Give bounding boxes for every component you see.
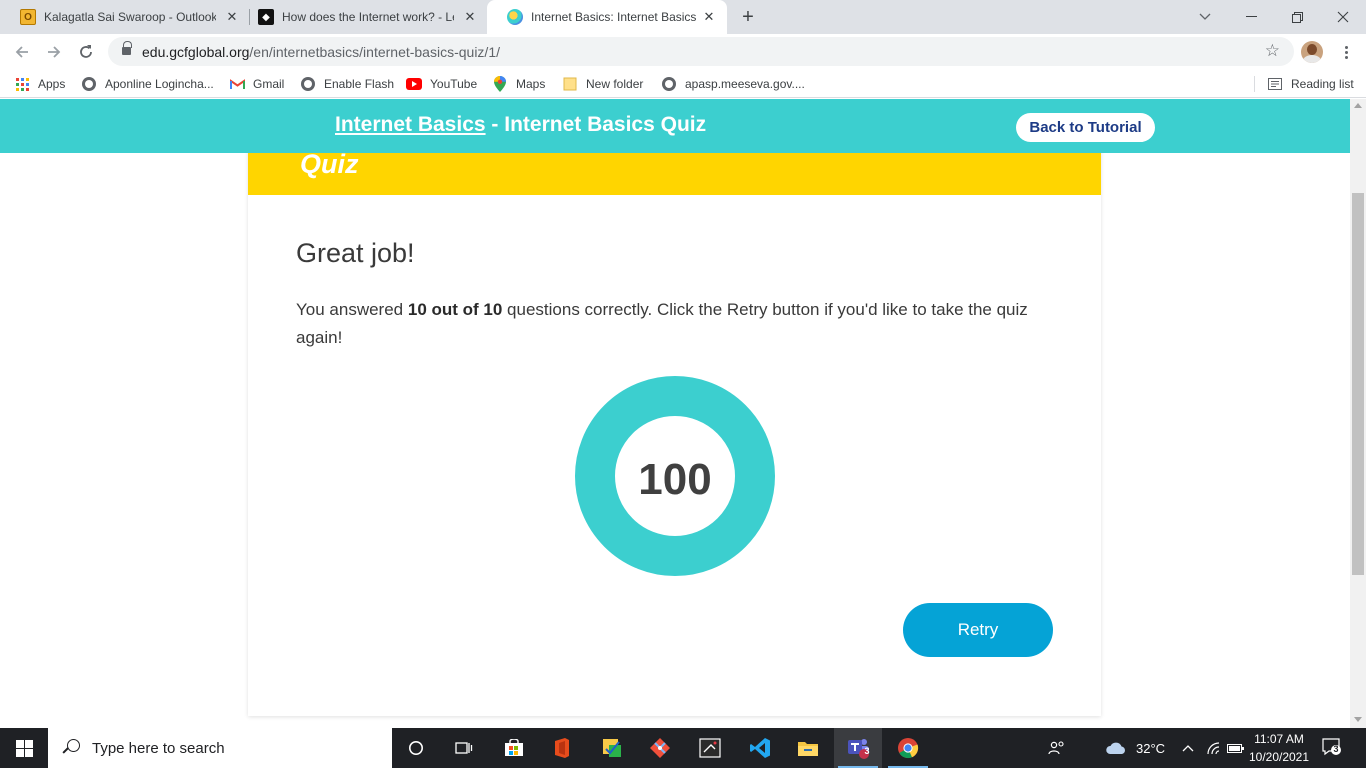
search-icon (62, 739, 80, 757)
battery-icon[interactable] (1227, 728, 1245, 768)
browser-toolbar: edu.gcfglobal.org/en/internetbasics/inte… (0, 34, 1366, 70)
maps-pin-icon (492, 76, 508, 92)
close-tab-icon[interactable]: ✕ (462, 9, 478, 25)
youtube-icon (406, 76, 422, 92)
taskbar-search-input[interactable]: Type here to search (48, 728, 392, 768)
reload-icon[interactable] (74, 40, 98, 64)
globe-icon (300, 76, 316, 92)
bookmark-new-folder[interactable]: New folder (562, 76, 643, 92)
tab-title: Kalagatla Sai Swaroop - Outlook (44, 10, 216, 24)
weather-widget[interactable]: 32°C (1104, 728, 1165, 768)
reading-list-icon (1267, 76, 1283, 92)
file-explorer-icon[interactable] (784, 728, 832, 768)
show-hidden-icons-chevron-icon[interactable] (1182, 728, 1194, 768)
chrome-icon[interactable] (884, 728, 932, 768)
bookmark-youtube[interactable]: YouTube (406, 76, 477, 92)
clock-time: 11:07 AM (1254, 732, 1304, 746)
score-summary: 10 out of 10 (407, 300, 503, 319)
tab-search-chevron-icon[interactable] (1182, 0, 1228, 34)
sticky-notes-icon[interactable] (588, 728, 636, 768)
tab-internet-basics-quiz[interactable]: Internet Basics: Internet Basics Qu ✕ (487, 0, 727, 34)
bookmarks-separator (1254, 76, 1255, 92)
wifi-icon[interactable] (1206, 728, 1222, 768)
office-icon[interactable] (538, 728, 586, 768)
people-icon[interactable] (1048, 728, 1066, 768)
back-to-tutorial-button[interactable]: Back to Tutorial (1016, 113, 1155, 142)
close-tab-icon[interactable]: ✕ (701, 9, 717, 25)
address-bar[interactable]: edu.gcfglobal.org/en/internetbasics/inte… (108, 37, 1294, 66)
microsoft-store-icon[interactable] (490, 728, 538, 768)
tab-how-internet-works[interactable]: ◆ How does the Internet work? - Le ✕ (238, 0, 488, 34)
scroll-down-arrow-icon[interactable] (1354, 717, 1362, 722)
tab-title: How does the Internet work? - Le (282, 10, 454, 24)
site-header: Internet Basics - Internet Basics Quiz B… (0, 99, 1350, 153)
globe-icon (661, 76, 677, 92)
teams-icon[interactable]: 3 (834, 728, 882, 768)
tab-outlook[interactable]: O Kalagatla Sai Swaroop - Outlook ✕ (0, 0, 250, 34)
gmail-icon (229, 76, 245, 92)
temperature-text: 32°C (1136, 740, 1166, 756)
task-view-icon[interactable] (440, 728, 488, 768)
scroll-up-arrow-icon[interactable] (1354, 103, 1362, 108)
page-viewport: Quiz Internet Basics - Internet Basics Q… (0, 99, 1350, 728)
notification-center-icon[interactable]: 3 (1322, 738, 1342, 756)
bookmark-apps[interactable]: Apps (14, 76, 65, 92)
minimize-icon[interactable] (1228, 0, 1274, 34)
bookmark-apasp-meeseva[interactable]: apasp.meeseva.gov.... (661, 76, 805, 92)
gcfglobal-icon (507, 9, 523, 25)
snipping-tool-icon[interactable] (686, 728, 734, 768)
windows-start-icon[interactable] (0, 728, 48, 768)
scroll-thumb[interactable] (1352, 193, 1364, 575)
retry-button[interactable]: Retry (903, 603, 1053, 657)
bookmark-gmail[interactable]: Gmail (229, 76, 284, 92)
internet-basics-link[interactable]: Internet Basics (335, 113, 486, 136)
lock-icon[interactable] (122, 41, 132, 56)
banner-title: Quiz (300, 149, 359, 179)
result-message: You answered 10 out of 10 questions corr… (296, 300, 1028, 347)
git-icon[interactable] (636, 728, 684, 768)
clock-date: 10/20/2021 (1248, 750, 1310, 764)
outlook-icon: O (20, 9, 36, 25)
profile-avatar[interactable] (1301, 41, 1323, 63)
notification-badge: 3 (1333, 744, 1339, 754)
lesson-site-icon: ◆ (258, 9, 274, 25)
bookmark-maps[interactable]: Maps (492, 76, 545, 92)
url-text: edu.gcfglobal.org/en/internetbasics/inte… (142, 44, 500, 60)
bookmark-enable-flash[interactable]: Enable Flash (300, 76, 394, 92)
page-scrollbar[interactable] (1350, 99, 1366, 728)
new-tab-plus-icon[interactable]: + (738, 6, 758, 29)
title-separator: - (485, 113, 505, 136)
vscode-icon[interactable] (736, 728, 784, 768)
site-title: Internet Basics - Internet Basics Quiz (335, 113, 706, 137)
cloud-icon (1106, 742, 1125, 754)
taskbar-clock[interactable]: 11:07 AM 10/20/2021 (1244, 730, 1314, 766)
teams-badge: 3 (864, 746, 870, 756)
quiz-title: Internet Basics Quiz (504, 113, 707, 136)
restore-icon[interactable] (1274, 0, 1320, 34)
back-arrow-icon[interactable] (10, 40, 34, 64)
close-window-icon[interactable] (1320, 0, 1366, 34)
browser-menu-icon[interactable] (1338, 41, 1354, 63)
cortana-icon[interactable] (392, 728, 440, 768)
apps-grid-icon (14, 76, 30, 92)
forward-arrow-icon[interactable] (42, 40, 66, 64)
windows-taskbar: Type here to search 3 32°C 11:07 AM 10/2… (0, 728, 1366, 768)
folder-icon (562, 76, 578, 92)
reading-list-button[interactable]: Reading list (1267, 76, 1354, 92)
globe-icon (81, 76, 97, 92)
bookmarks-bar: Apps Aponline Logincha... Gmail Enable F… (0, 70, 1366, 98)
bookmark-aponline[interactable]: Aponline Logincha... (81, 76, 214, 92)
browser-tab-strip: O Kalagatla Sai Swaroop - Outlook ✕ ◆ Ho… (0, 0, 1366, 34)
result-heading: Great job! (296, 238, 415, 268)
bookmark-star-icon[interactable]: ☆ (1265, 41, 1280, 61)
tab-title: Internet Basics: Internet Basics Qu (531, 10, 699, 24)
score-value: 100 (638, 455, 712, 504)
